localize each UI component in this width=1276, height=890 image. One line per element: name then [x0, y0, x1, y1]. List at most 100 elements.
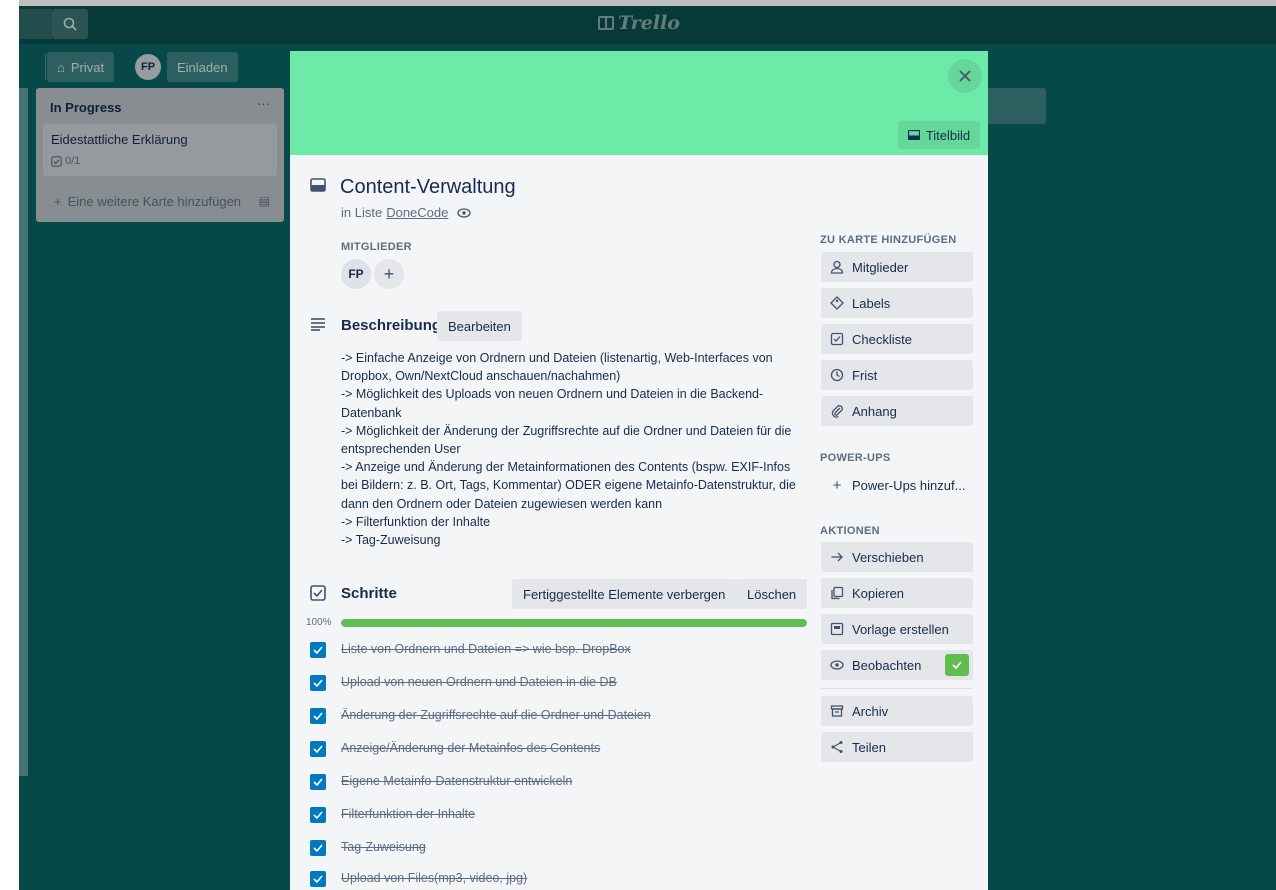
checklist-item-text[interactable]: Tag-Zuweisung [341, 840, 426, 854]
checkbox[interactable] [310, 708, 326, 724]
card-icon [907, 130, 920, 140]
person-icon [830, 260, 844, 274]
card-title-icon [310, 178, 326, 192]
create-template-button[interactable]: Vorlage erstellen [821, 614, 973, 644]
checklist-item[interactable]: Eigene Metainfo-Datenstruktur entwickeln [310, 772, 572, 792]
move-button-label: Verschieben [852, 549, 924, 565]
checkbox[interactable] [310, 774, 326, 790]
checklist-item[interactable]: Tag-Zuweisung [310, 838, 426, 858]
logo-text: Trello [618, 12, 680, 34]
close-button[interactable] [948, 59, 982, 93]
add-powerups-label: Power-Ups hinzuf... [852, 477, 966, 493]
checklist-item[interactable]: Liste von Ordnern und Dateien => wie bsp… [310, 640, 631, 660]
checklist-item[interactable]: Upload von Files(mp3, video, jpg) [310, 869, 527, 889]
check-icon [313, 844, 323, 852]
trello-logo[interactable]: Trello [598, 12, 680, 34]
list-menu-button[interactable]: ··· [257, 96, 270, 111]
list-title: In Progress [50, 100, 122, 115]
plus-icon: + [54, 194, 62, 209]
share-icon [831, 741, 843, 753]
attachment-button-label: Anhang [852, 403, 897, 419]
board-member-avatar[interactable]: FP [135, 54, 161, 80]
checklist-badge-count: 0/1 [65, 155, 81, 167]
add-powerups-button[interactable]: + Power-Ups hinzuf... [821, 470, 973, 500]
card-cover [290, 51, 988, 155]
checklist-item-text[interactable]: Upload von neuen Ordnern und Dateien in … [341, 675, 617, 689]
checklist-item-text[interactable]: Filterfunktion der Inhalte [341, 807, 475, 821]
checklist-item-text[interactable]: Anzeige/Änderung der Metainfos des Conte… [341, 741, 600, 755]
checklist-button[interactable]: Checkliste [821, 324, 973, 354]
checkbox[interactable] [310, 807, 326, 823]
watch-button[interactable]: Beobachten [821, 650, 973, 680]
visibility-button[interactable]: ⌂ Privat [47, 52, 115, 82]
edit-description-button[interactable]: Bearbeiten [437, 311, 522, 341]
in-list-prefix: in Liste [341, 205, 383, 220]
watch-button-label: Beobachten [852, 657, 922, 673]
eye-icon [830, 660, 844, 670]
share-button[interactable]: Teilen [821, 732, 973, 762]
check-icon [313, 745, 323, 753]
checkbox[interactable] [310, 840, 326, 856]
move-button[interactable]: Verschieben [821, 542, 973, 572]
invite-button[interactable]: Einladen [167, 52, 238, 82]
lock-icon: ⌂ [57, 59, 65, 75]
add-card-button[interactable]: + Eine weitere Karte hinzufügen [54, 194, 241, 209]
description-line: -> Filterfunktion der Inhalte [341, 514, 491, 529]
checkbox[interactable] [310, 741, 326, 757]
checklist-item[interactable]: Änderung der Zugriffsrechte auf die Ordn… [310, 706, 651, 726]
checkbox[interactable] [310, 871, 326, 887]
search-button[interactable] [52, 9, 88, 39]
card-list-info: in Liste DoneCode [341, 205, 472, 220]
check-icon [313, 875, 323, 883]
labels-button[interactable]: Labels [821, 288, 973, 318]
archive-button[interactable]: Archiv [821, 696, 973, 726]
description-line: bei Bildern: z. B. Ort, Tags, Kommentar)… [341, 478, 796, 493]
checklist-item-text[interactable]: Upload von Files(mp3, video, jpg) [341, 871, 527, 885]
check-icon [313, 712, 323, 720]
check-icon [313, 778, 323, 786]
check-icon [313, 646, 323, 654]
checklist-item-text[interactable]: Liste von Ordnern und Dateien => wie bsp… [341, 642, 631, 656]
delete-checklist-button[interactable]: Löschen [736, 579, 808, 609]
watching-indicator [945, 654, 969, 676]
members-button[interactable]: Mitglieder [821, 252, 973, 282]
description-text[interactable]: -> Einfache Anzeige von Ordnern und Date… [341, 349, 811, 549]
description-title: Beschreibung [341, 317, 442, 334]
checkbox[interactable] [310, 642, 326, 658]
description-line: Dropbox, Own/NextCloud anschauen/nachahm… [341, 369, 621, 384]
cover-button[interactable]: Titelbild [898, 121, 980, 149]
list-in-progress: In Progress ··· Eidestattliche Erklärung… [36, 88, 284, 222]
template-icon[interactable]: ▤ [259, 194, 270, 208]
due-date-button[interactable]: Frist [821, 360, 973, 390]
check-icon [313, 679, 323, 687]
trello-logo-icon [598, 16, 614, 30]
members-button-label: Mitglieder [852, 259, 909, 275]
arrow-right-icon [831, 552, 843, 562]
checkbox[interactable] [310, 675, 326, 691]
member-avatar[interactable]: FP [341, 259, 371, 289]
checklist-item[interactable]: Anzeige/Änderung der Metainfos des Conte… [310, 739, 600, 759]
plus-icon: + [383, 263, 395, 284]
copy-button[interactable]: Kopieren [821, 578, 973, 608]
header-divider [45, 54, 46, 80]
add-list-button[interactable] [988, 88, 1046, 124]
description-line: -> Möglichkeit des Uploads von neuen Ord… [341, 387, 764, 402]
progress-bar [341, 619, 807, 627]
checklist-item[interactable]: Upload von neuen Ordnern und Dateien in … [310, 673, 617, 693]
checklist-icon [830, 332, 844, 346]
checklist-item-text[interactable]: Eigene Metainfo-Datenstruktur entwickeln [341, 774, 572, 788]
template-icon [830, 622, 844, 636]
checklist-item[interactable]: Filterfunktion der Inhalte [310, 805, 475, 825]
attachment-button[interactable]: Anhang [821, 396, 973, 426]
list-link[interactable]: DoneCode [386, 205, 448, 220]
card-title[interactable]: Content-Verwaltung [340, 176, 516, 199]
checklist-title[interactable]: Schritte [341, 585, 397, 602]
clock-icon [830, 368, 844, 382]
search-field[interactable] [19, 9, 52, 39]
checklist-item-text[interactable]: Änderung der Zugriffsrechte auf die Ordn… [341, 708, 651, 722]
close-icon [959, 70, 971, 82]
due-date-button-label: Frist [852, 367, 878, 383]
add-member-button[interactable]: + [374, 259, 404, 289]
list-card[interactable]: Eidestattliche Erklärung 0/1 [43, 124, 277, 176]
hide-completed-button[interactable]: Fertiggestellte Elemente verbergen [512, 579, 737, 609]
